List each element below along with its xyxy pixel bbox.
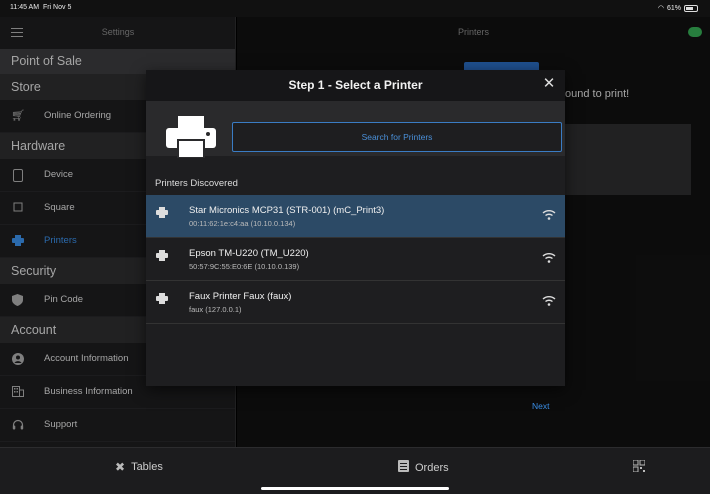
tab-tables[interactable]: ✖ Tables [115,460,163,474]
printer-search-input[interactable]: Search for Printers [232,122,562,152]
wifi-icon [542,210,556,220]
printer-icon [156,293,168,304]
tab-qr-code[interactable] [632,459,646,475]
status-bar: 11:45 AM Fri Nov 5 ◠ 61% [0,0,710,17]
wifi-icon [542,296,556,306]
printer-row[interactable]: Epson TM-U220 (TM_U220) 50:57:9C:55:E0:6… [146,238,565,281]
wifi-icon [542,253,556,263]
battery-percent: 61% [666,4,681,12]
status-time: 11:45 AM Fri Nov 5 [10,4,72,11]
status-indicators: ◠ 61% [658,4,698,12]
printer-address: faux (127.0.0.1) [189,305,242,314]
printer-name: Faux Printer Faux (faux) [189,291,292,302]
wifi-status-icon: ◠ [657,5,664,12]
printer-row[interactable]: Faux Printer Faux (faux) faux (127.0.0.1… [146,281,565,324]
orders-icon [398,460,409,475]
next-button[interactable]: Next [532,401,549,411]
printer-icon [156,207,168,218]
printer-name: Star Micronics MCP31 (STR-001) (mC_Print… [189,205,385,216]
tab-orders[interactable]: Orders [398,460,449,475]
printer-graphic-icon [166,116,216,158]
dialog-header: Step 1 - Select a Printer ✕ [146,70,565,101]
printer-icon [156,250,168,261]
tab-orders-label: Orders [415,461,449,474]
battery-icon [684,4,698,12]
printers-discovered-label: Printers Discovered [155,178,238,189]
dialog-title: Step 1 - Select a Printer [288,78,423,92]
tab-tables-label: Tables [131,461,163,473]
dialog-search-area: Search for Printers [146,101,565,158]
printer-row[interactable]: Star Micronics MCP31 (STR-001) (mC_Print… [146,195,565,238]
printer-address: 50:57:9C:55:E0:6E (10.10.0.139) [189,262,300,271]
printer-name: Epson TM-U220 (TM_U220) [189,248,309,259]
home-indicator[interactable] [261,487,449,490]
close-icon[interactable]: ✕ [541,76,557,92]
qr-code-icon [632,459,646,475]
printer-address: 00:11:62:1e:c4:aa (10.10.0.134) [189,219,296,228]
select-printer-dialog: Step 1 - Select a Printer ✕ Search for P… [146,70,565,386]
utensils-icon: ✖ [115,460,126,474]
